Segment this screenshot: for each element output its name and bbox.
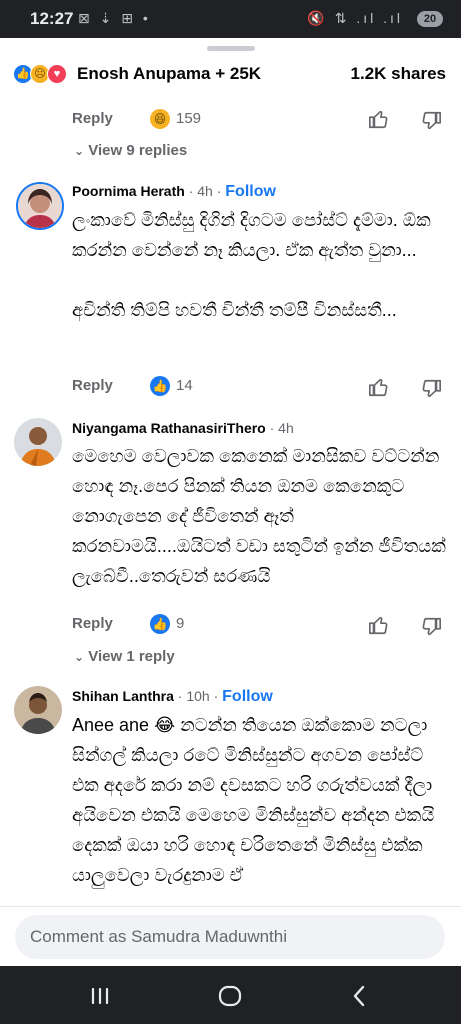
love-reaction-icon: ♥ bbox=[47, 64, 67, 84]
reply-button[interactable]: Reply bbox=[72, 110, 113, 127]
view-replies-button[interactable]: ⌄ View 9 replies bbox=[74, 142, 187, 159]
comment-time: · 10h · bbox=[177, 688, 219, 704]
comment-text: Anee ane 😂 නටන්න තියෙන ඔක්කොම නටලා සින්ග… bbox=[72, 715, 435, 885]
author-name[interactable]: Niyangama RathanasiriThero bbox=[72, 420, 266, 436]
recent-apps-icon[interactable] bbox=[86, 982, 114, 1010]
avatar[interactable] bbox=[16, 182, 64, 230]
comments-sheet: 👍 ☹ ♥ Enosh Anupama + 25K 1.2K shares Re… bbox=[0, 38, 461, 967]
reaction-icons: 👍 ☹ ♥ bbox=[13, 64, 73, 84]
thumbs-down-icon[interactable] bbox=[420, 110, 442, 132]
thumbs-down-icon[interactable] bbox=[420, 616, 442, 638]
comment-header: Poornima Herath · 4h · Follow bbox=[72, 183, 276, 201]
comment-text: ලංකාවේ මිනිස්සු දිගින් දිගටම පෝස්ට් දැම්… bbox=[72, 210, 431, 320]
reply-button[interactable]: Reply bbox=[72, 615, 113, 632]
status-bar: 12:27 ⊠ ⇣ ⊞ • 🔇 ⇅ .ıl .ıl 20 bbox=[0, 0, 461, 38]
comment-input[interactable]: Comment as Samudra Maduwnthi bbox=[15, 915, 445, 959]
chevron-down-icon: ⌄ bbox=[74, 144, 85, 158]
comment-header: Shihan Lanthra · 10h · Follow bbox=[72, 688, 273, 706]
avatar[interactable] bbox=[14, 686, 62, 734]
like-reaction-icon: 👍 bbox=[150, 614, 170, 635]
thumbs-down-icon[interactable] bbox=[420, 378, 442, 400]
reply-button[interactable]: Reply bbox=[72, 377, 113, 394]
comment-text: මෙහෙම වෙලාවක කෙනෙක් මානසිකව වට්ටන්න හොඳ … bbox=[72, 446, 446, 586]
author-name[interactable]: Poornima Herath bbox=[72, 183, 185, 199]
follow-button[interactable]: Follow bbox=[222, 688, 273, 705]
laughing-emoji-icon: 😆 bbox=[150, 109, 170, 130]
thumbs-up-icon[interactable] bbox=[368, 376, 390, 398]
battery-icon: 20 bbox=[417, 11, 443, 27]
home-icon[interactable] bbox=[216, 982, 244, 1010]
comment-composer-bar: Comment as Samudra Maduwnthi bbox=[0, 906, 461, 967]
author-name[interactable]: Shihan Lanthra bbox=[72, 688, 174, 704]
avatar[interactable] bbox=[14, 418, 62, 466]
like-reaction-icon: 👍 bbox=[150, 376, 170, 397]
reaction-count[interactable]: 👍 9 bbox=[150, 614, 184, 635]
chevron-down-icon: ⌄ bbox=[74, 650, 85, 664]
follow-button[interactable]: Follow bbox=[225, 183, 276, 200]
thumbs-up-icon[interactable] bbox=[368, 108, 390, 130]
view-replies-button[interactable]: ⌄ View 1 reply bbox=[74, 648, 175, 665]
system-navigation-bar bbox=[0, 966, 461, 1024]
avatar-photo bbox=[14, 418, 62, 466]
reactor-summary[interactable]: Enosh Anupama + 25K bbox=[77, 64, 261, 84]
reaction-count[interactable]: 😆 159 bbox=[150, 109, 201, 130]
comment-time: · 4h · bbox=[188, 183, 222, 199]
avatar-photo bbox=[14, 686, 62, 734]
reactions-summary-bar[interactable]: 👍 ☹ ♥ Enosh Anupama + 25K 1.2K shares bbox=[0, 58, 461, 90]
signal-icons: 🔇 ⇅ .ıl .ıl bbox=[307, 10, 403, 26]
reaction-count[interactable]: 👍 14 bbox=[150, 376, 193, 397]
comment-time: · 4h bbox=[269, 420, 294, 436]
thumbs-up-icon[interactable] bbox=[368, 614, 390, 636]
avatar-photo bbox=[18, 184, 62, 228]
shares-count[interactable]: 1.2K shares bbox=[351, 64, 446, 84]
clock: 12:27 bbox=[30, 9, 74, 28]
back-icon[interactable] bbox=[346, 982, 374, 1010]
comment-header: Niyangama RathanasiriThero · 4h bbox=[72, 420, 294, 436]
notification-icons: ⊠ ⇣ ⊞ • bbox=[78, 10, 151, 26]
drag-handle[interactable] bbox=[207, 46, 255, 51]
